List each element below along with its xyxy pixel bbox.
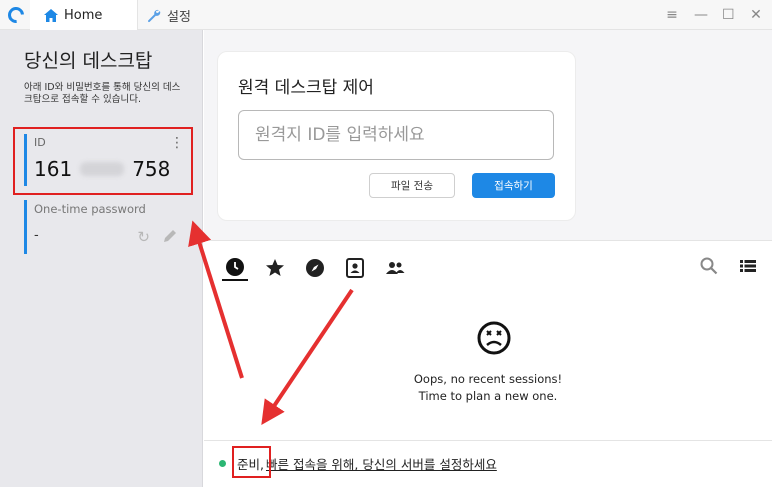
status-text: 준비, 빠른 접속을 위해, 당신의 서버를 설정하세요 [237, 454, 497, 473]
left-panel: 당신의 데스크탑 아래 ID와 비밀번호를 통해 당신의 데스크탑으로 접속할 … [0, 30, 203, 487]
compass-icon [306, 259, 324, 277]
desktop-description: 아래 ID와 비밀번호를 통해 당신의 데스크탑으로 접속할 수 있습니다. [24, 82, 181, 105]
home-icon [44, 8, 58, 22]
tab-address-book[interactable] [342, 255, 368, 281]
remote-control-card: 원격 데스크탑 제어 파일 전송 접속하기 [217, 51, 576, 221]
star-icon [266, 259, 284, 276]
search-icon[interactable] [700, 257, 718, 275]
remote-control-title: 원격 데스크탑 제어 [238, 78, 374, 98]
file-transfer-button[interactable]: 파일 전송 [369, 173, 455, 198]
empty-sessions-message: Oops, no recent sessions! Time to plan a… [204, 371, 772, 405]
status-bar: 준비, 빠른 접속을 위해, 당신의 서버를 설정하세요 [204, 440, 772, 487]
annotation-box-ready [232, 446, 271, 478]
annotation-box-id [13, 127, 193, 195]
tab-discovered[interactable] [302, 255, 328, 281]
menu-icon[interactable]: ≡ [666, 7, 678, 23]
sessions-panel: Oops, no recent sessions! Time to plan a… [204, 240, 772, 440]
refresh-icon[interactable]: ↻ [137, 228, 150, 246]
status-indicator [219, 460, 226, 467]
tab-settings-label: 설정 [167, 9, 191, 25]
group-icon [386, 262, 405, 274]
window-controls: ≡ — ☐ ✕ [666, 0, 762, 30]
setup-server-link[interactable]: 빠른 접속을 위해, 당신의 서버를 설정하세요 [266, 454, 497, 473]
empty-sessions-line1: Oops, no recent sessions! [413, 372, 563, 386]
tab-home[interactable]: Home [30, 0, 138, 30]
session-tools [700, 257, 756, 275]
tab-favorites[interactable] [262, 255, 288, 281]
remote-id-input[interactable] [238, 110, 554, 160]
app-logo-icon [4, 3, 28, 27]
wrench-icon [148, 9, 161, 22]
recent-icon [226, 258, 244, 276]
password-card: One-time password - ↻ [24, 200, 192, 254]
connect-button[interactable]: 접속하기 [472, 173, 555, 198]
empty-sessions-line2: Time to plan a new one. [418, 389, 558, 403]
address-book-icon [346, 258, 364, 278]
maximize-icon[interactable]: ☐ [722, 7, 735, 23]
tab-recent[interactable] [222, 255, 248, 281]
password-label: One-time password [34, 202, 146, 216]
session-tabs [222, 255, 408, 281]
list-view-icon[interactable] [740, 260, 756, 272]
minimize-icon[interactable]: — [694, 7, 708, 23]
pencil-icon[interactable] [162, 228, 178, 244]
title-bar: Home 설정 ≡ — ☐ ✕ [0, 0, 772, 30]
main-area: 원격 데스크탑 제어 파일 전송 접속하기 [204, 30, 772, 487]
tab-home-label: Home [64, 7, 103, 23]
tab-settings[interactable]: 설정 [146, 0, 191, 30]
sad-face-icon [477, 321, 511, 355]
desktop-title: 당신의 데스크탑 [24, 50, 153, 72]
close-icon[interactable]: ✕ [750, 7, 762, 23]
password-actions: ↻ [137, 228, 178, 246]
tab-group[interactable] [382, 255, 408, 281]
